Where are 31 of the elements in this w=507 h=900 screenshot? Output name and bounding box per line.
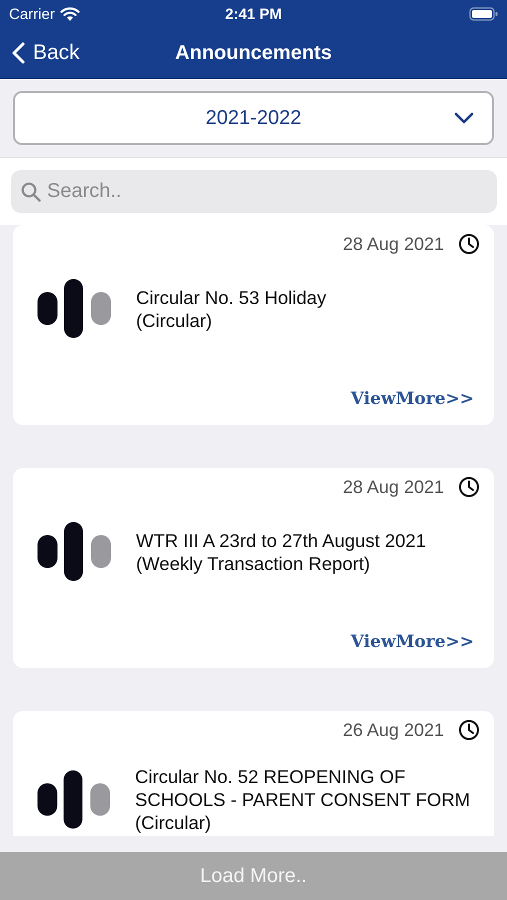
announcement-title: Circular No. 52 REOPENING OF SCHOOLS - PARENT CONSENT FORM [135,765,472,811]
search-icon [21,182,41,202]
announcement-card[interactable]: 26 Aug 2021 Circular No. 52 REOPENING OF SCHOOLS - PARENT CONSENT FORM (Circular) [13,711,494,836]
announcement-date: 28 Aug 2021 [342,234,444,254]
chevron-down-icon [454,112,474,124]
audio-bars-icon [37,279,112,338]
back-button[interactable]: Back [12,41,80,65]
announcement-card[interactable]: 28 Aug 2021 Circular No. 53 Holiday (Circular) ViewMore>> [13,225,494,425]
status-time: 2:41 PM [225,6,282,22]
announcement-category: (Circular) [135,811,212,834]
view-more-link[interactable]: ViewMore>> [350,632,474,652]
clock-icon [458,476,480,498]
search-field[interactable]: Search.. [11,170,497,213]
audio-bars-icon [37,770,111,829]
announcement-date: 28 Aug 2021 [342,476,444,498]
clock-icon [458,719,480,741]
battery-icon [469,7,498,21]
announcement-date: 26 Aug 2021 [342,720,444,740]
clock-icon [458,233,480,255]
audio-bars-icon [37,522,112,581]
screen-title: Announcements [175,42,332,64]
view-more-link[interactable]: ViewMore>> [350,389,474,409]
announcement-title: Circular No. 53 Holiday [136,286,326,308]
announcement-title: WTR III A 23rd to 27th August 2021 [136,528,426,552]
announcement-category: (Circular) [136,308,214,332]
wifi-icon [60,6,80,22]
year-dropdown[interactable]: 2021-2022 [13,91,494,145]
announcement-category: (Weekly Transaction Report) [136,552,372,574]
announcement-card[interactable]: 28 Aug 2021 WTR III A 23rd to 27th August 2021 (Weekly Transaction Report) ViewMore>> [13,468,494,668]
chevron-left-icon [12,42,25,64]
carrier-label: Carrier [9,6,55,22]
